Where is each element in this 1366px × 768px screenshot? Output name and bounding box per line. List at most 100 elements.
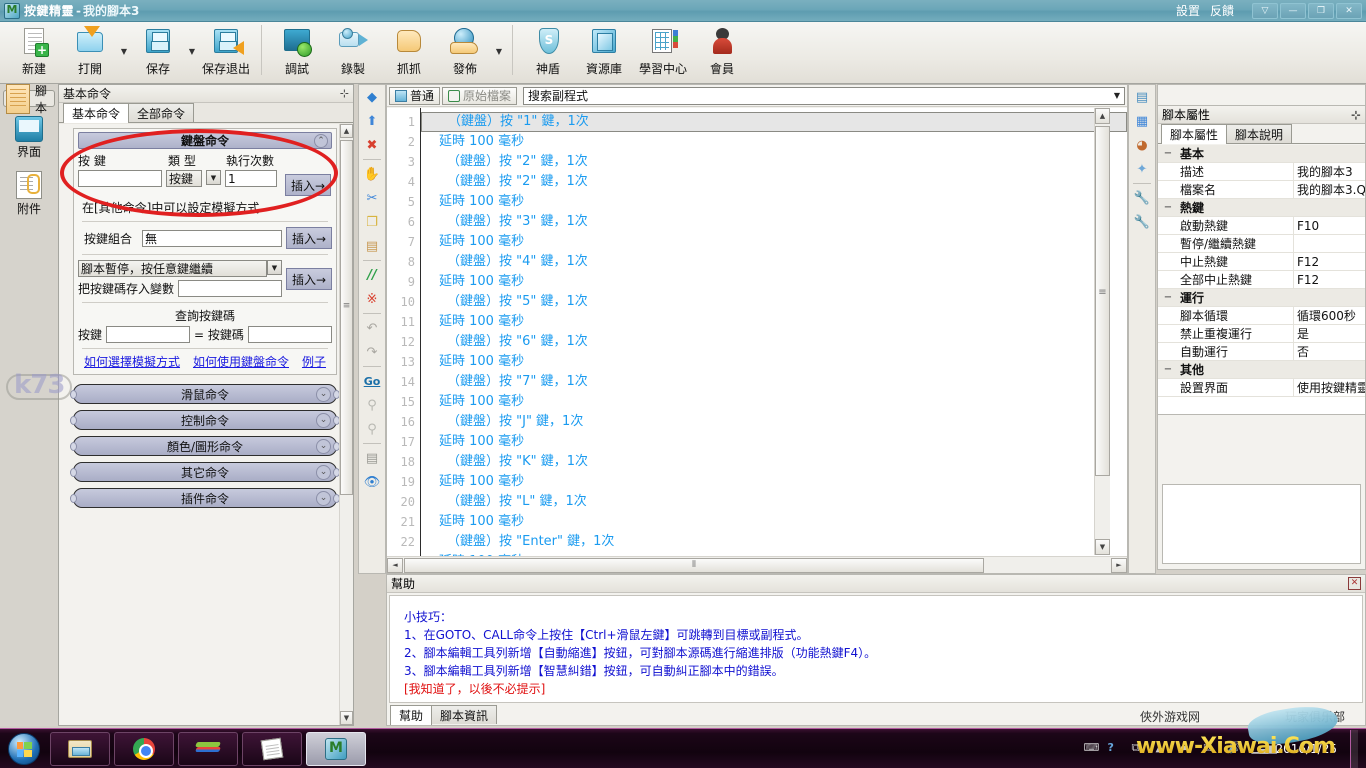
scroll-up-button[interactable]: ▲	[340, 124, 353, 138]
color-picker-icon[interactable]: ◕	[1129, 133, 1155, 157]
uncomment-icon[interactable]: ※	[359, 287, 385, 311]
record-button[interactable]: 錄製	[325, 22, 381, 82]
code-line[interactable]: （鍵盤）按 "2" 鍵，1次	[421, 152, 1127, 172]
code-line[interactable]: 延時 100 毫秒	[421, 132, 1127, 152]
open-button[interactable]: 打開	[62, 22, 118, 82]
save-button[interactable]: 保存	[130, 22, 186, 82]
member-button[interactable]: 會員	[694, 22, 750, 82]
chevron-down-icon[interactable]: ⌄	[316, 465, 331, 480]
overflow-icon[interactable]: ⧉	[1131, 741, 1148, 756]
rail-item-interface[interactable]: 界面	[3, 113, 55, 162]
category-plugin-commands[interactable]: 插件命令 ⌄	[70, 488, 340, 508]
pin-icon[interactable]: ⊹	[340, 87, 349, 100]
link-examples[interactable]: 例子	[302, 353, 326, 370]
rail-item-attachment[interactable]: 附件	[3, 168, 55, 219]
save-dropdown-arrow[interactable]: ▼	[186, 22, 198, 80]
publish-button[interactable]: 發佈	[437, 22, 493, 82]
command-panel-scrollbar[interactable]: ▲ ≡ ▼	[339, 124, 353, 725]
property-group-row[interactable]: − 其他	[1158, 361, 1365, 379]
chevron-down-icon[interactable]: ⌄	[316, 387, 331, 402]
code-area[interactable]: 1 2 3 4 5 6 7 8 9 10 11 12 13 14 15 16 1…	[387, 108, 1127, 573]
code-line[interactable]: 延時 100 毫秒	[421, 512, 1127, 532]
insert-command-icon[interactable]: ◆	[359, 85, 385, 109]
property-group-row[interactable]: − 熱鍵	[1158, 199, 1365, 217]
code-line[interactable]: （鍵盤）按 "6" 鍵，1次	[421, 332, 1127, 352]
show-desktop-button[interactable]	[1350, 729, 1358, 768]
keyboard-command-header[interactable]: 鍵盤命令 ⌃	[78, 132, 332, 149]
tab-script-description[interactable]: 腳本說明	[1226, 124, 1293, 143]
goto-line-icon[interactable]: Go	[359, 369, 385, 393]
property-row[interactable]: 設置界面使用按鍵精靈製...	[1158, 378, 1365, 397]
editor-scroll-down-button[interactable]: ▼	[1095, 539, 1110, 555]
tab-basic-commands[interactable]: 基本命令	[63, 103, 130, 123]
notepad-icon[interactable]: ▤	[1129, 85, 1155, 109]
close-button[interactable]: ✕	[1336, 2, 1362, 19]
code-line[interactable]: （鍵盤）按 "1" 鍵，1次	[421, 112, 1127, 132]
find-replace-icon[interactable]: ⚲	[359, 417, 385, 441]
insert-combo-button[interactable]: 插入→	[286, 227, 332, 249]
search-subroutine-combo[interactable]: 搜索副程式 ▼	[523, 86, 1125, 105]
code-line[interactable]: 延時 100 毫秒	[421, 192, 1127, 212]
insert-pause-button[interactable]: 插入→	[286, 268, 332, 290]
editor-scroll-right-button[interactable]: ►	[1111, 557, 1127, 573]
expander-icon[interactable]: −	[1158, 148, 1178, 159]
query-keycode-input[interactable]	[247, 326, 332, 343]
calculator-icon[interactable]: ▦	[1129, 109, 1155, 133]
taskbar-item-notepad[interactable]	[242, 731, 302, 766]
code-line[interactable]: 延時 100 毫秒	[421, 432, 1127, 452]
cut-icon[interactable]: ✂	[359, 186, 385, 210]
tab-help[interactable]: 幫助	[390, 705, 433, 725]
delete-icon[interactable]: ✖	[359, 133, 385, 157]
restore-button[interactable]: ❐	[1308, 2, 1334, 19]
save-exit-button[interactable]: 保存退出	[198, 22, 254, 82]
scroll-thumb[interactable]: ≡	[340, 140, 353, 495]
move-up-icon[interactable]: ⬆	[359, 109, 385, 133]
category-other-commands[interactable]: 其它命令 ⌄	[70, 462, 340, 482]
code-line[interactable]: （鍵盤）按 "7" 鍵，1次	[421, 372, 1127, 392]
code-line[interactable]: 延時 100 毫秒	[421, 472, 1127, 492]
undo-icon[interactable]: ↶	[359, 316, 385, 340]
code-line[interactable]: （鍵盤）按 "L" 鍵，1次	[421, 492, 1127, 512]
learning-center-button[interactable]: 學習中心	[632, 22, 694, 82]
chevron-down-icon[interactable]: ⌄	[316, 413, 331, 428]
action-center-icon[interactable]: ⧉	[1203, 741, 1220, 756]
feedback-link[interactable]: 反饋	[1210, 2, 1234, 19]
code-lines[interactable]: （鍵盤）按 "1" 鍵，1次 延時 100 毫秒 （鍵盤）按 "2" 鍵，1次 …	[421, 108, 1127, 573]
property-row[interactable]: 腳本循環 循環600秒	[1158, 306, 1365, 325]
tab-script-info[interactable]: 腳本資訊	[431, 705, 498, 724]
debug-button[interactable]: 調試	[269, 22, 325, 82]
store-keycode-input[interactable]	[178, 280, 282, 297]
link-how-to-choose-mode[interactable]: 如何選擇模擬方式	[84, 353, 180, 370]
code-line[interactable]: 延時 100 毫秒	[421, 232, 1127, 252]
chevron-up-icon[interactable]: ⌃	[314, 134, 328, 148]
taskbar-item-chrome[interactable]	[114, 731, 174, 766]
expander-icon[interactable]: −	[1158, 292, 1178, 303]
chevron-down-icon[interactable]: ▼	[206, 170, 221, 185]
property-row[interactable]: 描述 我的腳本3	[1158, 162, 1365, 181]
find-icon[interactable]: ⚲	[359, 393, 385, 417]
code-line[interactable]: （鍵盤）按 "5" 鍵，1次	[421, 292, 1127, 312]
editor-hscroll-thumb[interactable]: ⦀	[404, 557, 984, 573]
taskbar-item-explorer[interactable]	[50, 731, 110, 766]
shield-button[interactable]: 神盾	[520, 22, 576, 82]
rail-item-script[interactable]: 腳本	[3, 83, 55, 115]
editor-scroll-left-button[interactable]: ◄	[387, 557, 403, 573]
paste-icon[interactable]: ▤	[359, 234, 385, 258]
publish-dropdown-arrow[interactable]: ▼	[493, 22, 505, 80]
property-row[interactable]: 暫停/繼續熱鍵	[1158, 234, 1365, 253]
property-row[interactable]: 禁止重複運行是	[1158, 324, 1365, 343]
new-button[interactable]: + 新建	[6, 22, 62, 82]
taskbar-item-keymouse[interactable]	[306, 731, 366, 766]
dismiss-tip-link[interactable]: [我知道了，以後不必提示]	[404, 680, 1362, 698]
open-dropdown-arrow[interactable]: ▼	[118, 22, 130, 80]
tab-all-commands[interactable]: 全部命令	[128, 103, 195, 122]
type-select[interactable]: 按鍵	[166, 170, 202, 187]
editor-scroll-up-button[interactable]: ▲	[1095, 108, 1110, 124]
close-icon[interactable]: ✕	[1348, 577, 1361, 590]
code-line[interactable]: （鍵盤）按 "J" 鍵，1次	[421, 412, 1127, 432]
code-line[interactable]: 延時 100 毫秒	[421, 392, 1127, 412]
query-key-input[interactable]	[106, 326, 191, 343]
plugin-icon[interactable]: ✦	[1129, 157, 1155, 181]
editor-scroll-thumb[interactable]	[1095, 126, 1110, 476]
code-line[interactable]: （鍵盤）按 "2" 鍵，1次	[421, 172, 1127, 192]
